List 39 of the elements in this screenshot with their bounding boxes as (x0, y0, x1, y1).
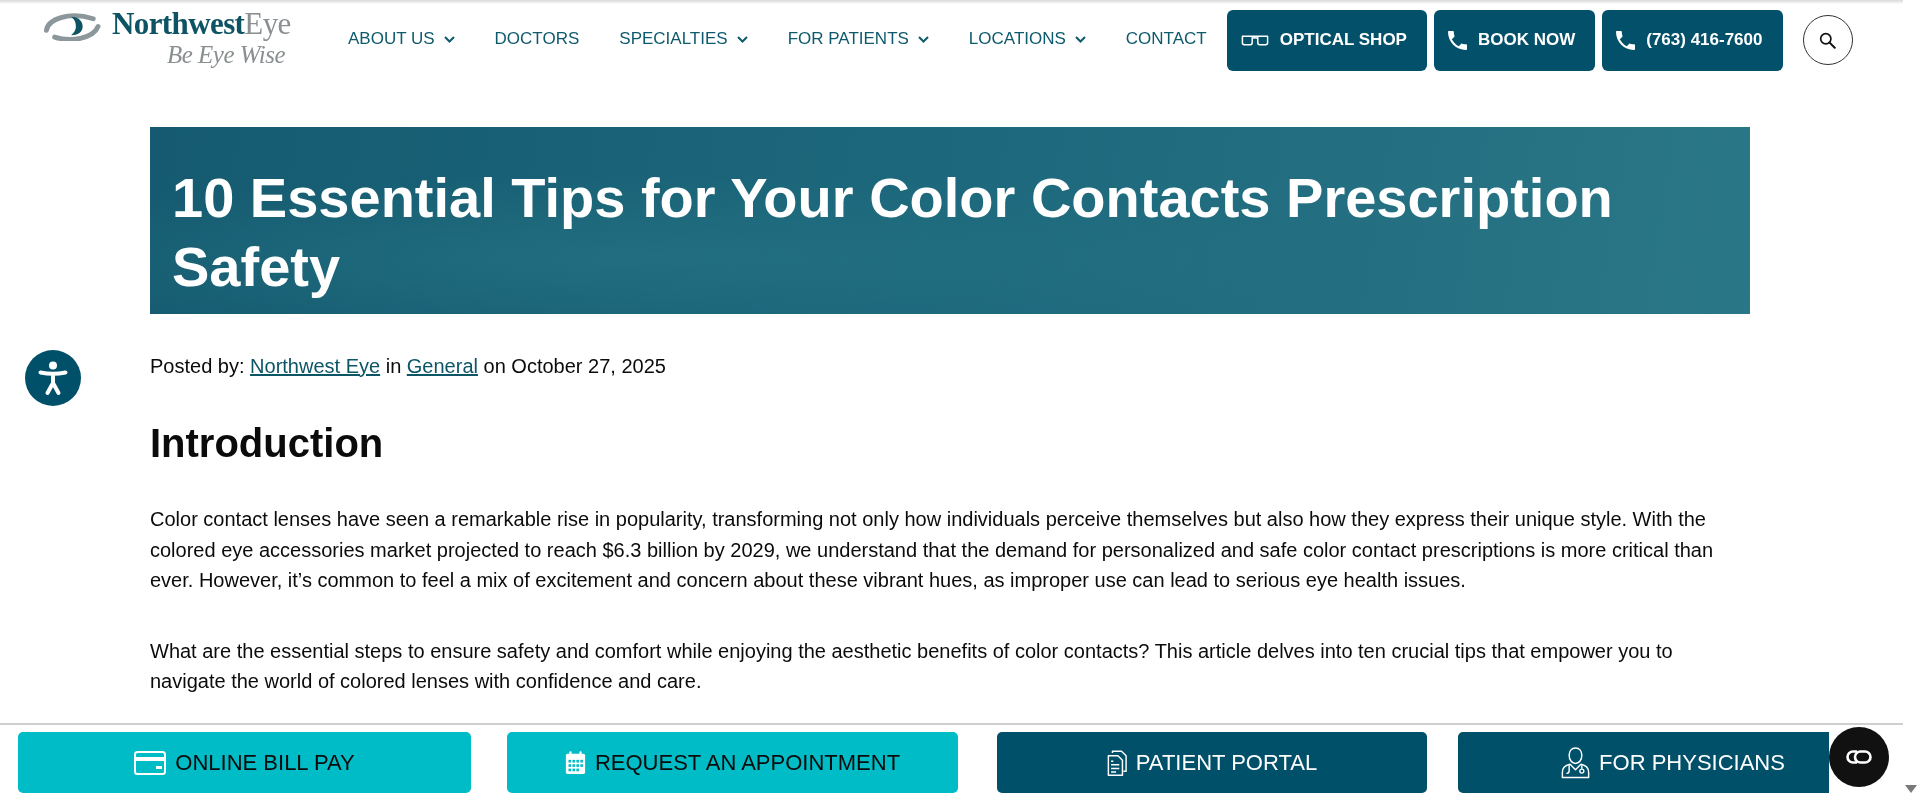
quick-link-button[interactable]: REQUEST AN APPOINTMENT (507, 732, 958, 793)
chevron-down-icon (1074, 35, 1086, 43)
post-meta-text: Posted by: Northwest Eye in General on October 27, 2025 (150, 354, 667, 378)
quick-link-button[interactable]: ONLINE BILL PAY (18, 732, 471, 793)
accessibility-icon[interactable] (25, 350, 81, 406)
search-button[interactable] (1802, 15, 1853, 65)
chevron-down-icon (917, 35, 929, 43)
author-link[interactable]: Northwest Eye (250, 355, 381, 377)
logo-tagline: Be Eye Wise (166, 41, 285, 69)
chevron-down-icon (443, 35, 455, 43)
header-action-button[interactable]: (763) 416-7600 (1602, 9, 1783, 71)
quick-link-button[interactable]: PATIENT PORTAL (997, 732, 1427, 793)
body-paragraph: What are the essential steps to ensure safety and comfort while enjoying the aesthetic benefits of color contacts? This article delves into ten crucial tips that empower you to navigate the world of colored lenses with confidence and care. (150, 638, 1674, 694)
section-heading: Introduction (150, 420, 385, 467)
scroll-down-arrow-icon[interactable] (1904, 785, 1917, 793)
category-link[interactable]: General (406, 355, 478, 377)
quick-link-button[interactable]: FOR PHYSICIANS (1458, 732, 1829, 793)
nav-menu-item[interactable]: DOCTORS (494, 28, 580, 49)
logo-wordmark[interactable]: NorthwestEye (112, 9, 291, 39)
nav-menu-item[interactable]: CONTACT (1125, 28, 1207, 49)
glasses-icon (1240, 33, 1269, 47)
search-icon (1819, 31, 1836, 49)
nav-menu-item[interactable]: ABOUT US (348, 28, 455, 49)
body-paragraph: Color contact lenses have seen a remarkable rise in popularity, transforming not only how individuals perceive themselves but also how they express their unique style. With the colored eye accessories market projected to reach $6.3 billion by 2029, we understand that the demand for personalized and safe color contact prescriptions is more critical than ever. However, it’s common to feel a mix of excitement and concern about these vibrant hues, as improper use can lead to serious eye health issues. (150, 507, 1715, 593)
chain-link-icon (1846, 750, 1872, 764)
article-title: 10 Essential Tips for Your Color Contacts Prescription Safety (172, 165, 1614, 300)
calendar-icon (564, 750, 586, 775)
nav-menu-item[interactable]: LOCATIONS (968, 28, 1086, 49)
phone-icon (1447, 29, 1467, 51)
header-action-button[interactable]: OPTICAL SHOP (1226, 9, 1427, 71)
doctor-icon (1561, 746, 1591, 779)
chevron-down-icon (736, 35, 748, 43)
credit-card-icon (134, 750, 167, 775)
phone-icon (1616, 29, 1636, 51)
nav-menu-item[interactable]: FOR PATIENTS (787, 28, 929, 49)
header-action-button[interactable]: BOOK NOW (1433, 9, 1596, 71)
eye-logo-icon[interactable] (43, 10, 101, 41)
documents-icon (1106, 748, 1127, 777)
nav-menu-item[interactable]: SPECIALTIES (619, 28, 748, 49)
